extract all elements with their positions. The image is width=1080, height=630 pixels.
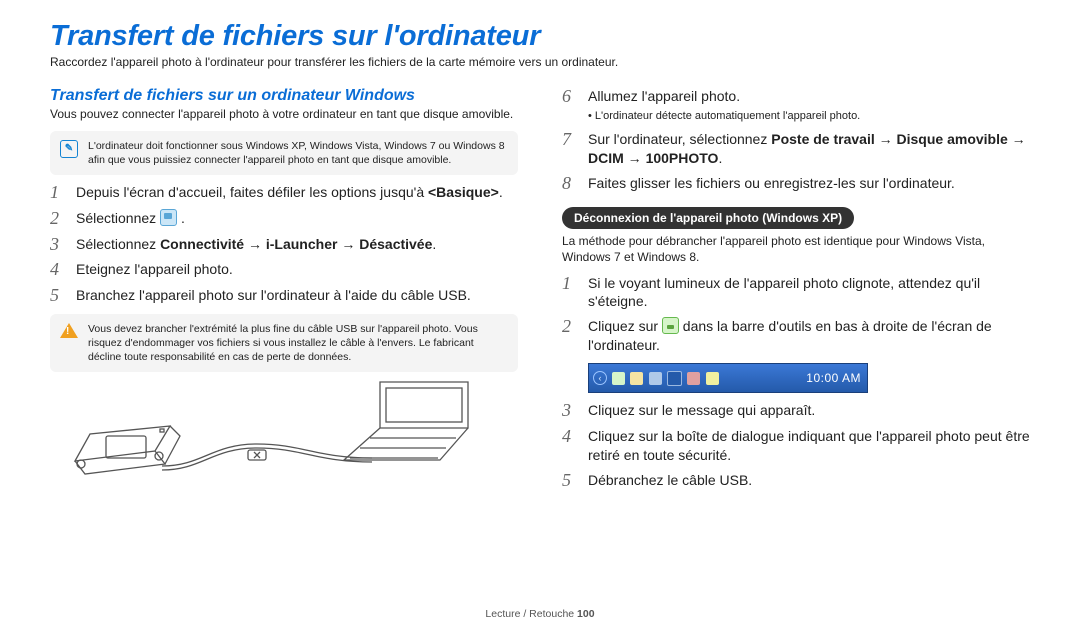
tray-icon-2 (630, 372, 643, 385)
xp-step-5: 5 Débranchez le câble USB. (562, 471, 1030, 491)
tray-icon-3 (649, 372, 662, 385)
footer-page-number: 100 (577, 608, 595, 620)
xp-steps-3-5: 3 Cliquez sur le message qui apparaît. 4… (562, 401, 1030, 490)
xp-steps-1-5: 1 Si le voyant lumineux de l'appareil ph… (562, 274, 1030, 356)
left-subtitle: Transfert de fichiers sur un ordinateur … (50, 87, 518, 105)
subsection-badge: Déconnexion de l'appareil photo (Windows… (562, 207, 854, 229)
camera-to-laptop-illustration (50, 380, 518, 492)
right-steps-6-8: 6 Allumez l'appareil photo. • L'ordinate… (562, 87, 1030, 193)
info-icon: ✎ (60, 140, 78, 158)
left-step-2: 2 Sélectionnez . (50, 209, 518, 229)
windows-taskbar-tray: ‹ 10:00 AM (588, 363, 868, 393)
left-step-3: 3 Sélectionnez Connectivité → i-Launcher… (50, 235, 518, 255)
two-column-layout: Transfert de fichiers sur un ordinateur … (50, 81, 1030, 498)
right-step-8: 8 Faites glisser les fichiers ou enregis… (562, 174, 1030, 194)
tray-icon-4 (667, 371, 682, 386)
page: Transfert de fichiers sur l'ordinateur R… (0, 0, 1080, 630)
right-step-6: 6 Allumez l'appareil photo. • L'ordinate… (562, 87, 1030, 124)
xp-step-2: 2 Cliquez sur dans la barre d'outils en … (562, 317, 1030, 355)
xp-step-4: 4 Cliquez sur la boîte de dialogue indiq… (562, 427, 1030, 465)
right-step-7: 7 Sur l'ordinateur, sélectionnez Poste d… (562, 130, 1030, 168)
laptop-drawing (340, 378, 480, 468)
badge-desc: La méthode pour débrancher l'appareil ph… (562, 234, 1030, 265)
page-footer: Lecture / Retouche 100 (0, 608, 1080, 620)
tray-icon-6 (706, 372, 719, 385)
tray-icon-1 (612, 372, 625, 385)
left-steps-1-5: 1 Depuis l'écran d'accueil, faites défil… (50, 183, 518, 306)
tray-icons (611, 370, 720, 385)
warning-note-text: Vous devez brancher l'extrémité la plus … (88, 322, 508, 365)
left-column: Transfert de fichiers sur un ordinateur … (50, 81, 518, 498)
right-column: 6 Allumez l'appareil photo. • L'ordinate… (562, 81, 1030, 498)
info-note-text: L'ordinateur doit fonctionner sous Windo… (88, 139, 508, 167)
left-step-5: 5 Branchez l'appareil photo sur l'ordina… (50, 286, 518, 306)
page-title: Transfert de fichiers sur l'ordinateur (50, 20, 1030, 53)
safe-remove-icon (662, 317, 679, 334)
settings-icon (160, 209, 177, 226)
left-step-1: 1 Depuis l'écran d'accueil, faites défil… (50, 183, 518, 203)
intro-text: Raccordez l'appareil photo à l'ordinateu… (50, 55, 1030, 69)
tray-icon-5 (687, 372, 700, 385)
xp-step-1: 1 Si le voyant lumineux de l'appareil ph… (562, 274, 1030, 312)
warning-icon (60, 323, 78, 338)
footer-section: Lecture / Retouche (485, 608, 577, 620)
info-note-box: ✎ L'ordinateur doit fonctionner sous Win… (50, 131, 518, 175)
left-desc: Vous pouvez connecter l'appareil photo à… (50, 107, 518, 123)
xp-step-3: 3 Cliquez sur le message qui apparaît. (562, 401, 1030, 421)
left-step-4: 4 Eteignez l'appareil photo. (50, 260, 518, 280)
tray-expand-icon: ‹ (593, 371, 607, 385)
warning-note-box: Vous devez brancher l'extrémité la plus … (50, 314, 518, 373)
tray-clock: 10:00 AM (806, 371, 861, 385)
